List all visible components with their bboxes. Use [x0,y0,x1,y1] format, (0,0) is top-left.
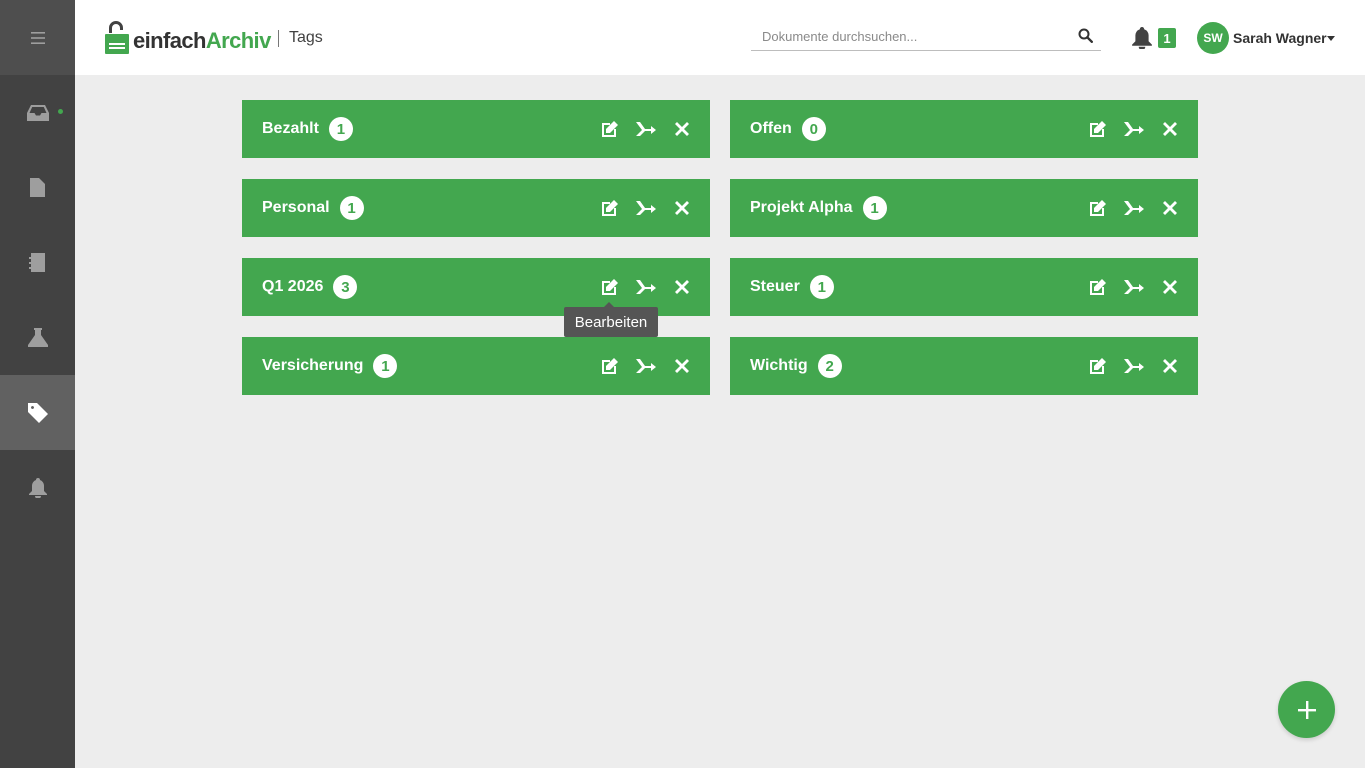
merge-icon[interactable] [636,198,656,218]
app-logo[interactable]: einfachArchiv [104,21,271,54]
search-bar [751,23,1101,51]
edit-icon[interactable] [600,119,620,139]
hamburger-icon [30,31,45,44]
close-icon[interactable] [672,119,692,139]
merge-icon[interactable] [1124,277,1144,297]
document-icon [30,178,45,197]
inbox-icon [26,104,49,121]
tag-count-badge: 2 [817,354,842,378]
tag-actions [600,198,692,218]
close-icon[interactable] [1160,356,1180,376]
tag-actions [1088,356,1180,376]
sidebar-item-notifications[interactable] [0,450,75,525]
tag-name: Projekt Alpha [750,199,853,216]
tag-name: Steuer [750,278,800,295]
tag-name: Versicherung [262,357,364,374]
sidebar-item-lab[interactable] [0,300,75,375]
merge-icon[interactable] [636,356,656,376]
tag-name: Personal [262,199,330,216]
tag-count-badge: 1 [339,196,364,220]
sidebar-item-inbox[interactable] [0,75,75,150]
top-header: einfachArchiv Tags 1 SW Sarah Wagner [75,0,1365,75]
tag-actions [600,277,692,297]
sidebar-item-address-book[interactable] [0,225,75,300]
sidebar-menu-toggle[interactable] [0,0,75,75]
tag-actions [1088,198,1180,218]
close-icon[interactable] [1160,119,1180,139]
edit-icon[interactable] [600,198,620,218]
sidebar-item-tags[interactable] [0,375,75,450]
lock-logo-icon [105,21,129,54]
close-icon[interactable] [1160,277,1180,297]
page-title: Tags [289,29,323,46]
edit-icon[interactable] [1088,198,1108,218]
logo-part1: einfach [133,28,206,53]
inbox-indicator-dot [58,109,63,114]
tag-card[interactable]: Bezahlt 1 [242,100,710,158]
close-icon[interactable] [672,356,692,376]
tag-name: Q1 2026 [262,278,324,295]
merge-icon[interactable] [1124,198,1144,218]
tag-count-badge: 1 [328,117,353,141]
tag-card[interactable]: Projekt Alpha 1 [730,179,1198,237]
tag-count-badge: 1 [373,354,398,378]
title-separator [278,30,279,47]
tag-actions [1088,119,1180,139]
avatar[interactable]: SW [1197,22,1229,54]
address-book-icon [29,253,45,272]
tag-name: Bezahlt [262,120,319,137]
logo-part2: Archiv [205,28,271,53]
tag-card[interactable]: Versicherung 1 [242,337,710,395]
tag-card[interactable]: Offen 0 [730,100,1198,158]
close-icon[interactable] [1160,198,1180,218]
tag-actions [600,119,692,139]
user-name[interactable]: Sarah Wagner [1233,30,1327,46]
tag-icon [27,402,48,423]
merge-icon[interactable] [1124,119,1144,139]
logo-wordmark: einfachArchiv [133,28,271,54]
merge-icon[interactable] [1124,356,1144,376]
tag-count-badge: 1 [809,275,834,299]
notification-count-badge[interactable]: 1 [1158,28,1176,48]
close-icon[interactable] [672,198,692,218]
merge-icon[interactable] [636,277,656,297]
edit-icon[interactable] [600,277,620,297]
merge-icon[interactable] [636,119,656,139]
tag-card[interactable]: Steuer 1 [730,258,1198,316]
add-tag-button[interactable] [1278,681,1335,738]
close-icon[interactable] [672,277,692,297]
notification-bell-icon[interactable] [1131,27,1153,54]
tag-name: Wichtig [750,357,808,374]
edit-icon[interactable] [1088,277,1108,297]
edit-icon[interactable] [1088,119,1108,139]
chevron-down-icon[interactable] [1327,36,1335,41]
tag-actions [1088,277,1180,297]
tag-count-badge: 0 [801,117,826,141]
tag-card[interactable]: Personal 1 [242,179,710,237]
tag-card[interactable]: Wichtig 2 [730,337,1198,395]
sidebar [0,0,75,768]
edit-icon[interactable] [600,356,620,376]
tag-count-badge: 1 [862,196,887,220]
sidebar-item-documents[interactable] [0,150,75,225]
edit-icon[interactable] [1088,356,1108,376]
tag-name: Offen [750,120,792,137]
plus-icon [1297,700,1316,719]
edit-tooltip: Bearbeiten [564,302,658,337]
bell-icon [28,477,47,498]
search-input[interactable] [751,23,1061,49]
search-icon[interactable] [1078,28,1093,48]
flask-icon [27,328,48,347]
tag-actions [600,356,692,376]
tag-count-badge: 3 [333,275,358,299]
